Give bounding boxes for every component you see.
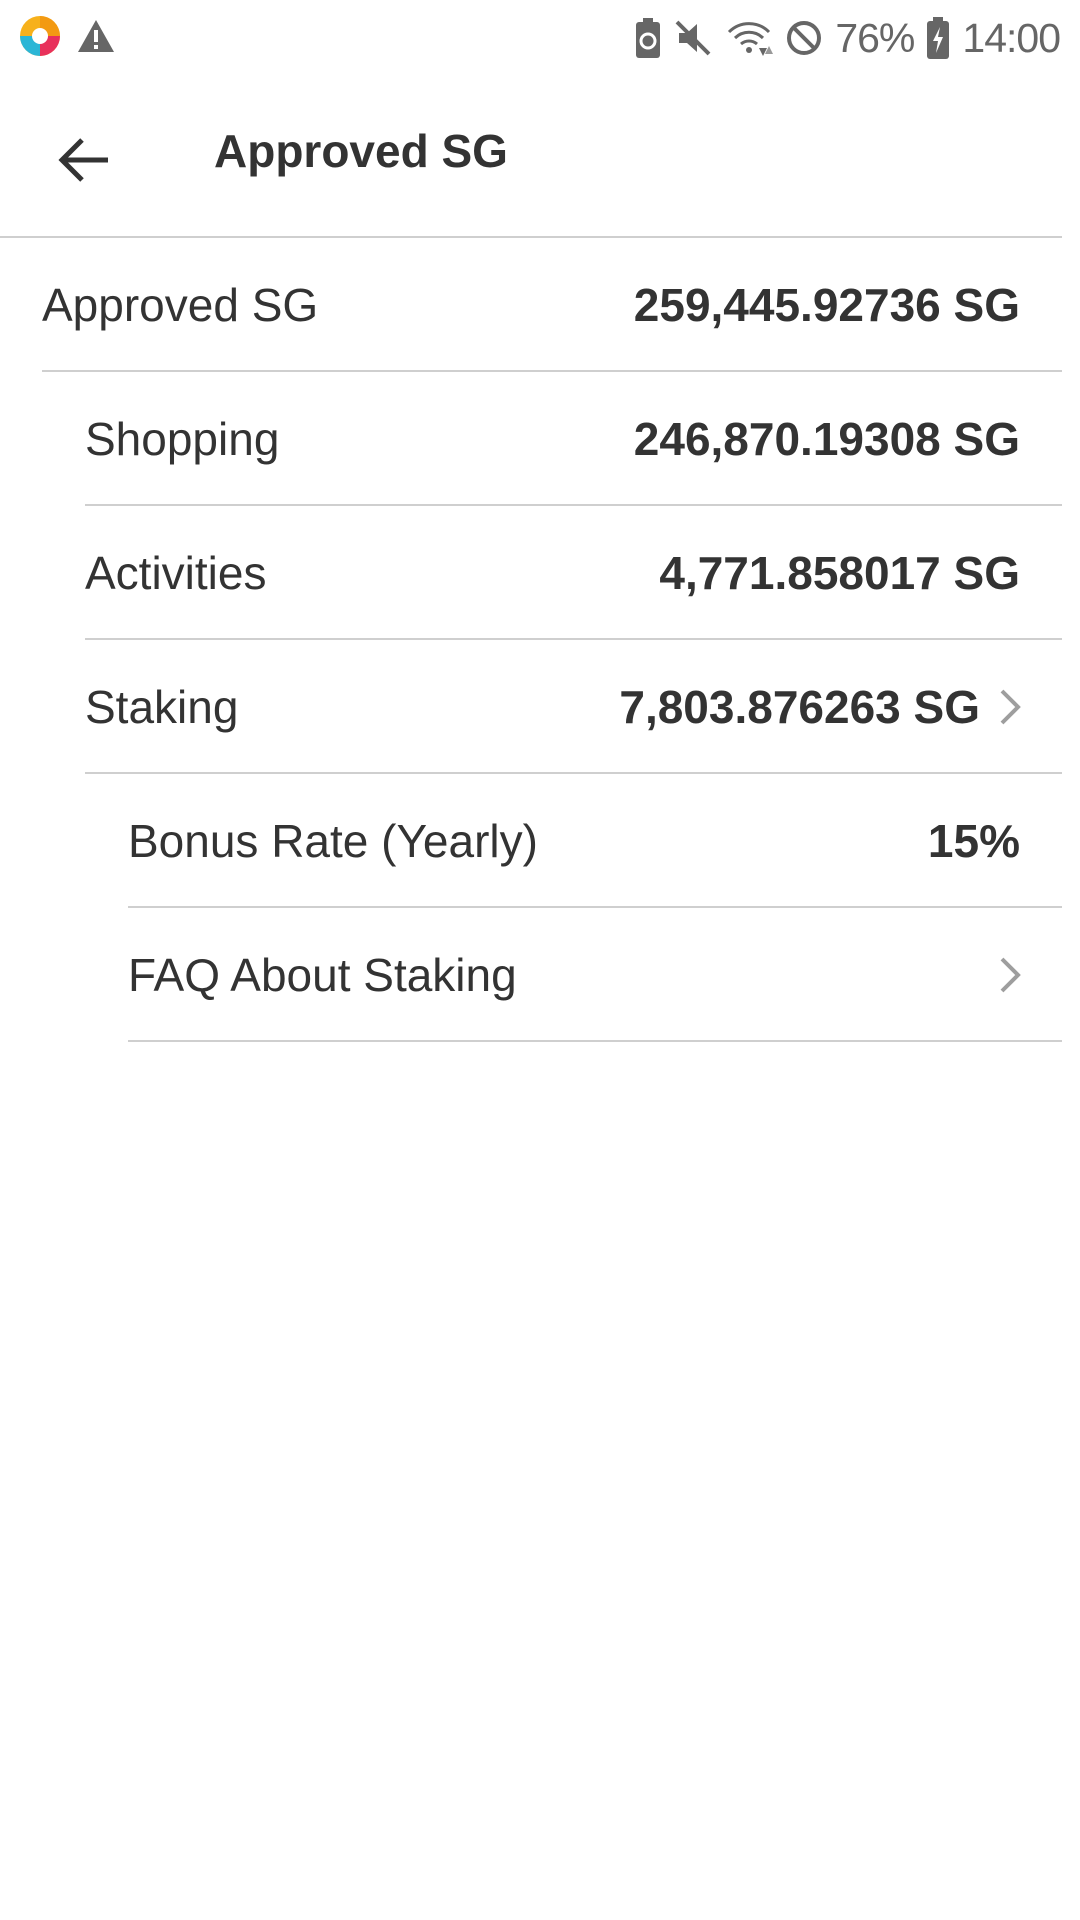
battery-charging-icon [926, 17, 950, 59]
row-faq-staking[interactable]: FAQ About Staking [128, 908, 1062, 1042]
arrow-left-icon [58, 138, 108, 182]
app-bar: Approved SG [0, 76, 1062, 238]
chevron-right-icon [1000, 957, 1021, 993]
clock: 14:00 [962, 14, 1061, 61]
row-label: Approved SG [42, 279, 319, 331]
row-activities: Activities 4,771.858017 SG [85, 506, 1062, 640]
row-approved-sg: Approved SG 259,445.92736 SG [42, 238, 1062, 372]
status-bar: 76% 14:00 [0, 0, 1080, 76]
do-not-disturb-icon [785, 19, 823, 57]
row-bonus-rate: Bonus Rate (Yearly) 15% [128, 774, 1062, 908]
battery-saver-icon [635, 18, 661, 58]
row-staking[interactable]: Staking 7,803.876263 SG [85, 640, 1062, 774]
app-logo-icon [18, 14, 62, 63]
chevron-right-icon [1000, 689, 1021, 725]
row-value: 7,803.876263 SG [619, 681, 980, 733]
row-label: Shopping [85, 413, 280, 465]
wifi-icon [725, 18, 774, 58]
status-system-icons: 76% 14:00 [635, 10, 1061, 66]
back-button[interactable] [44, 120, 124, 200]
battery-percent: 76% [835, 14, 915, 61]
row-shopping: Shopping 246,870.19308 SG [85, 372, 1062, 506]
row-label: Staking [85, 681, 239, 733]
balance-list: Approved SG 259,445.92736 SG Shopping 24… [0, 238, 1080, 1042]
mute-icon [673, 18, 713, 58]
status-notifications [18, 14, 116, 63]
row-value: 246,870.19308 SG [633, 413, 1020, 465]
page-title: Approved SG [214, 125, 508, 177]
row-value: 15% [927, 815, 1020, 867]
row-value: 4,771.858017 SG [659, 547, 1020, 599]
row-label: Bonus Rate (Yearly) [128, 815, 538, 867]
warning-icon [76, 18, 116, 59]
row-value: 259,445.92736 SG [633, 279, 1020, 331]
row-label: FAQ About Staking [128, 949, 517, 1001]
row-label: Activities [85, 547, 267, 599]
